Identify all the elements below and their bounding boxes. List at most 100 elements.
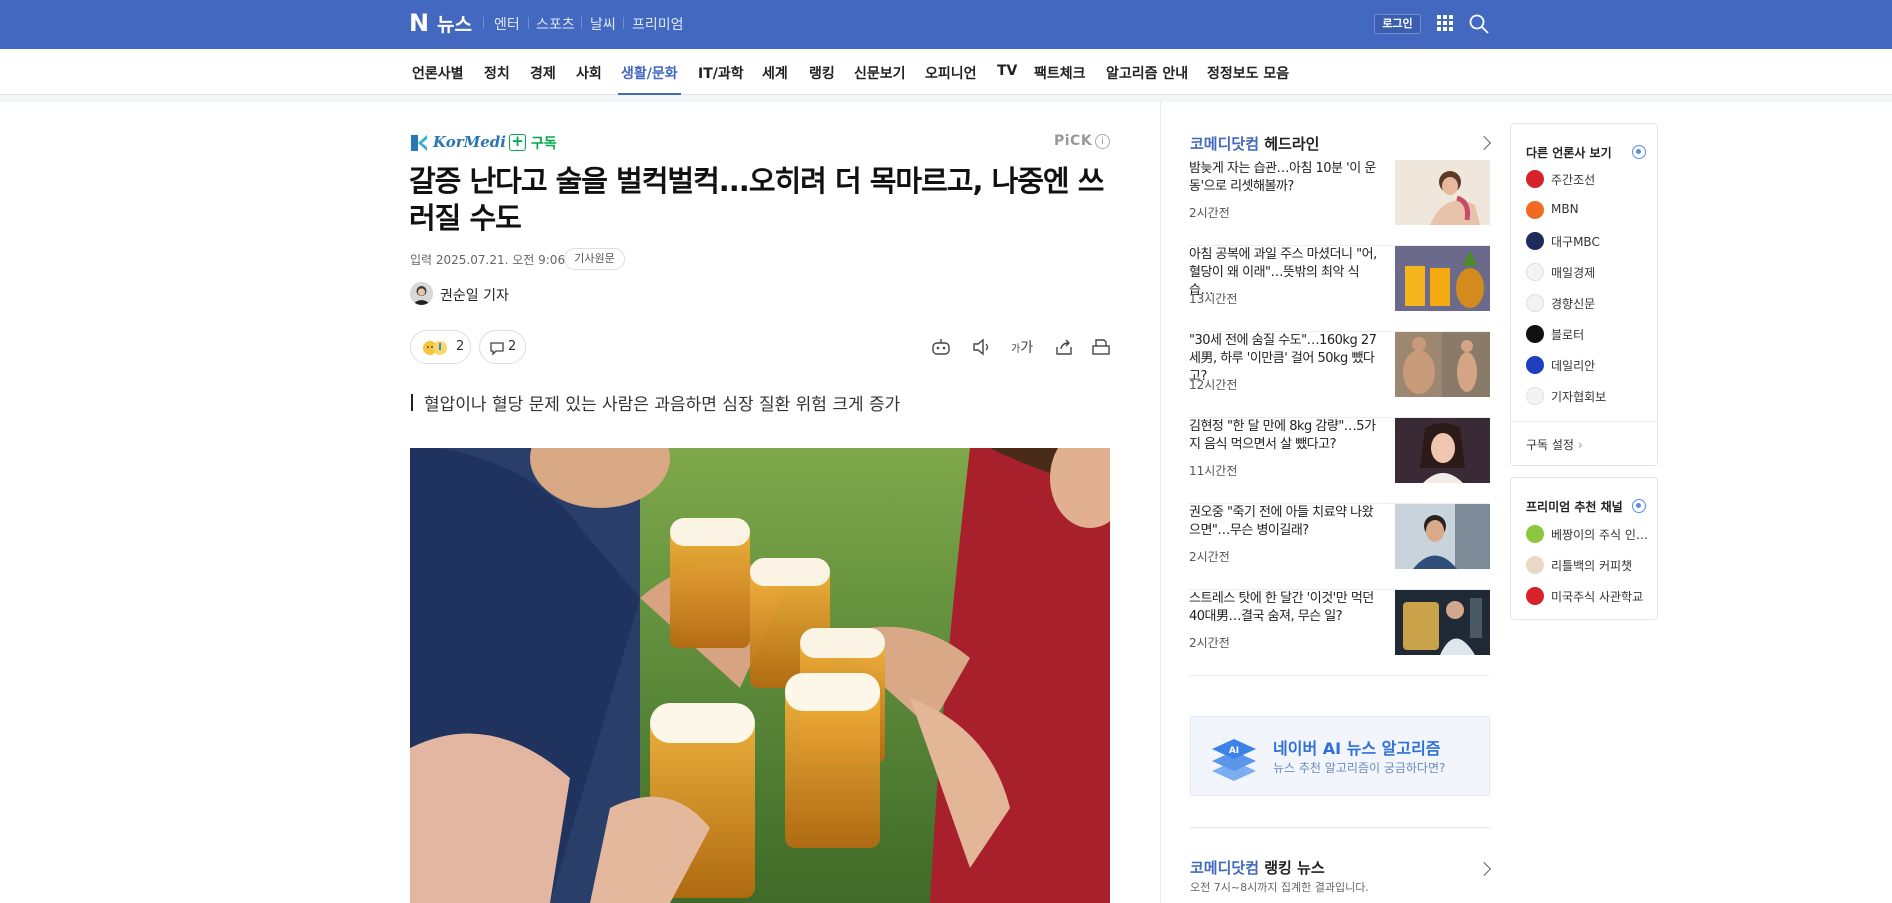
- premium-channel-panel: 프리미엄 추천 채널 베짱이의 주식 인… 리틀백의 커피챗 미국주식 사관학교: [1510, 477, 1658, 620]
- press-link-name: MBN: [1551, 202, 1579, 216]
- summary-bar: [411, 394, 413, 411]
- apps-grid-icon[interactable]: [1437, 15, 1454, 32]
- refresh-icon[interactable]: [1632, 499, 1646, 513]
- headline-thumbnail[interactable]: [1395, 160, 1490, 225]
- nav-item-algorithm[interactable]: 알고리즘 안내: [1106, 63, 1188, 83]
- premium-channel-title: 프리미엄 추천 채널: [1526, 500, 1623, 514]
- reporter-name[interactable]: 권순일 기자: [440, 285, 509, 305]
- headline-item-time: 12시간전: [1189, 378, 1238, 392]
- nav-item-tv[interactable]: TV: [997, 63, 1017, 79]
- other-press-title: 다른 언론사 보기: [1526, 146, 1612, 160]
- headline-press-name: 코메디닷컴: [1190, 135, 1260, 153]
- divider: [1189, 827, 1490, 828]
- nav-item-life-culture[interactable]: 생활/문화: [621, 63, 678, 83]
- nav-item-ranking[interactable]: 랭킹: [809, 63, 835, 83]
- search-icon[interactable]: [1468, 13, 1490, 35]
- ai-banner-subtitle: 뉴스 추천 알고리즘이 궁금하다면?: [1273, 761, 1446, 775]
- reporter-avatar[interactable]: [410, 282, 433, 305]
- channel-avatar-icon: [1526, 525, 1544, 543]
- headline-thumbnail[interactable]: [1395, 332, 1490, 397]
- naver-logo-mark[interactable]: N: [409, 11, 431, 35]
- other-press-panel: 다른 언론사 보기 주간조선 MBN 대구MBC 매일경제 경향신문 블로터 데…: [1510, 123, 1658, 466]
- service-link-premium[interactable]: 프리미엄: [632, 14, 684, 34]
- article-date: 입력 2025.07.21. 오전 9:06: [410, 253, 566, 267]
- headline-item-title[interactable]: 밤늦게 자는 습관…아침 10분 '이 운동'으로 리셋해볼까?: [1189, 160, 1377, 196]
- channel-link-name: 미국주식 사관학교: [1551, 590, 1644, 604]
- nav-item-politics[interactable]: 정치: [484, 63, 510, 83]
- headline-item-title[interactable]: 김현정 "한 달 만에 8kg 감량"…5가지 음식 먹으면서 살 뺐다고?: [1189, 418, 1377, 454]
- press-logo-icon: [1526, 263, 1544, 281]
- nav-item-society[interactable]: 사회: [576, 63, 602, 83]
- divider: [483, 17, 484, 29]
- service-link-sports[interactable]: 스포츠: [536, 14, 575, 34]
- nav-item-press[interactable]: 언론사별: [412, 63, 464, 83]
- channel-link-name: 베짱이의 주식 인…: [1551, 528, 1648, 542]
- headline-thumbnail[interactable]: [1395, 590, 1490, 655]
- reaction-button[interactable]: 2: [410, 330, 471, 364]
- nav-item-factcheck[interactable]: 팩트체크: [1034, 63, 1086, 83]
- original-article-button[interactable]: 기사원문: [564, 248, 625, 270]
- press-name: KorMedi: [433, 133, 506, 151]
- nav-item-opinion[interactable]: 오피니언: [925, 63, 977, 83]
- headline-item[interactable]: 밤늦게 자는 습관…아침 10분 '이 운동'으로 리셋해볼까? 2시간전: [1189, 160, 1490, 246]
- ranking-section-title[interactable]: 코메디닷컴 랭킹 뉴스: [1190, 857, 1325, 878]
- print-icon[interactable]: [1090, 336, 1112, 358]
- headline-item-time: 13시간전: [1189, 292, 1238, 306]
- headline-label: 헤드라인: [1264, 135, 1320, 153]
- font-size-button[interactable]: 가가: [1011, 337, 1033, 357]
- login-button[interactable]: 로그인: [1374, 14, 1421, 34]
- nav-shadow: [0, 95, 1892, 102]
- press-link-name: 데일리안: [1551, 359, 1596, 373]
- ranking-subtitle: 오전 7시~8시까지 집계한 결과입니다.: [1190, 881, 1369, 894]
- press-link-name: 블로터: [1551, 328, 1585, 342]
- nav-item-economy[interactable]: 경제: [530, 63, 556, 83]
- headline-thumbnail[interactable]: [1395, 418, 1490, 483]
- headline-item-time: 2시간전: [1189, 550, 1230, 564]
- headline-thumbnail[interactable]: [1395, 504, 1490, 569]
- headline-item[interactable]: 스트레스 탓에 한 달간 '이것'만 먹던 40대男…결국 숨져, 무슨 일? …: [1189, 590, 1490, 676]
- divider: [1511, 421, 1657, 422]
- headline-item[interactable]: 김현정 "한 달 만에 8kg 감량"…5가지 음식 먹으면서 살 뺐다고? 1…: [1189, 418, 1490, 504]
- nav-item-newspaper[interactable]: 신문보기: [854, 63, 906, 83]
- font-size-label: 가: [1020, 340, 1034, 356]
- comment-button[interactable]: 2: [479, 330, 526, 364]
- press-link-name: 기자협회보: [1551, 390, 1607, 404]
- nav-item-it-science[interactable]: IT/과학: [698, 63, 744, 83]
- press-logo-icon: [1526, 232, 1544, 250]
- channel-avatar-icon: [1526, 587, 1544, 605]
- service-link-weather[interactable]: 날씨: [590, 14, 616, 34]
- summary-bot-icon[interactable]: [930, 336, 952, 358]
- ai-algorithm-banner[interactable]: AI 네이버 AI 뉴스 알고리즘 뉴스 추천 알고리즘이 궁금하다면?: [1190, 716, 1490, 796]
- divider: [623, 17, 624, 29]
- refresh-icon[interactable]: [1632, 145, 1646, 159]
- headline-section-title[interactable]: 코메디닷컴 헤드라인: [1190, 133, 1319, 154]
- info-icon[interactable]: i: [1095, 134, 1110, 149]
- nav-item-corrections[interactable]: 정정보도 모음: [1207, 63, 1289, 83]
- plus-icon: +: [509, 134, 526, 151]
- headline-item[interactable]: 권오중 "죽기 전에 아들 치료약 나왔으면"…무슨 병이길래? 2시간전: [1189, 504, 1490, 590]
- headline-item-title[interactable]: 권오중 "죽기 전에 아들 치료약 나왔으면"…무슨 병이길래?: [1189, 504, 1377, 540]
- share-icon[interactable]: [1053, 336, 1075, 358]
- headline-item-title[interactable]: 스트레스 탓에 한 달간 '이것'만 먹던 40대男…결국 숨져, 무슨 일?: [1189, 590, 1377, 626]
- font-size-small-glyph: 가: [1011, 344, 1021, 355]
- news-logo-text[interactable]: 뉴스: [437, 10, 472, 37]
- article-main-image: [410, 448, 1110, 903]
- press-logo[interactable]: KorMedi: [410, 133, 506, 153]
- headline-item[interactable]: "30세 전에 숨질 수도"…160kg 27세男, 하루 '이만큼' 걸어 5…: [1189, 332, 1490, 418]
- press-link-name: 경향신문: [1551, 297, 1596, 311]
- headline-item[interactable]: 아침 공복에 과일 주스 마셨더니 "어, 혈당이 왜 이래"…뜻밖의 최악 식…: [1189, 246, 1490, 332]
- chevron-right-icon[interactable]: [1476, 135, 1492, 151]
- comment-icon: [490, 342, 504, 356]
- headline-thumbnail[interactable]: [1395, 246, 1490, 311]
- chevron-right-icon: ›: [1577, 438, 1583, 452]
- chevron-right-icon[interactable]: [1476, 861, 1492, 877]
- speaker-icon[interactable]: [971, 336, 993, 358]
- service-link-entertain[interactable]: 엔터: [494, 14, 520, 34]
- press-logo-icon: [1526, 201, 1544, 219]
- pick-label: PiCK: [1054, 133, 1093, 149]
- channel-link-name: 리틀백의 커피챗: [1551, 559, 1633, 573]
- headline-item-time: 2시간전: [1189, 206, 1230, 220]
- subscription-settings-link[interactable]: 구독 설정 ›: [1526, 436, 1583, 453]
- kormedi-logo-icon: [411, 135, 427, 151]
- nav-item-world[interactable]: 세계: [762, 63, 788, 83]
